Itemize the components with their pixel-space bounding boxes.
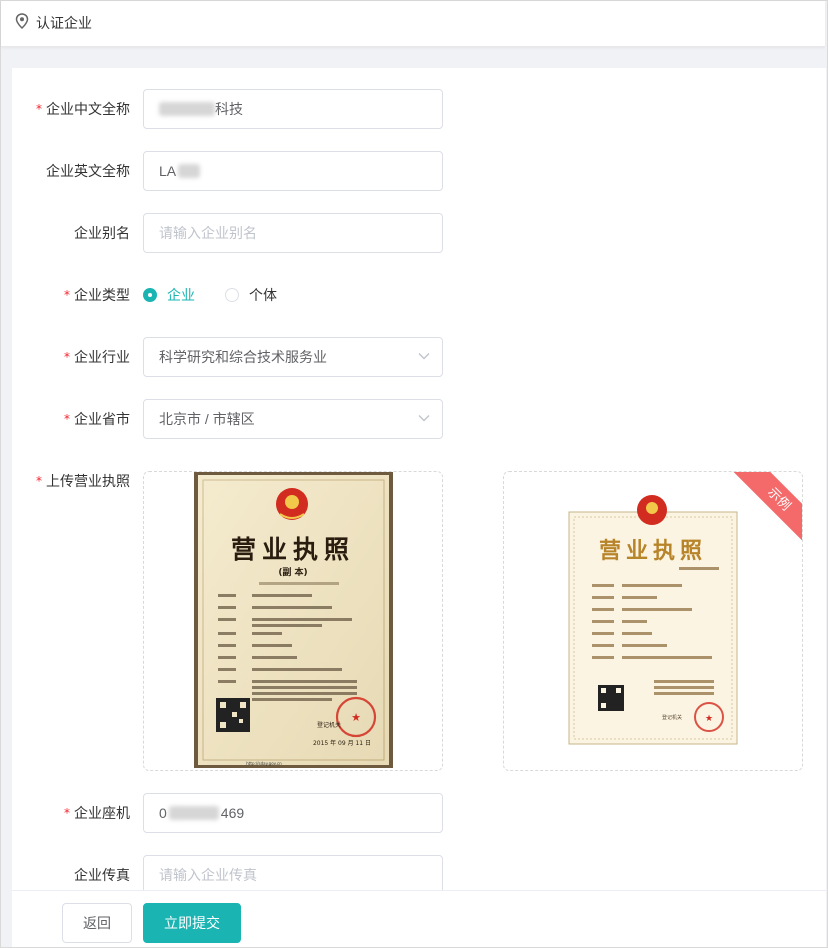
license-label: * 上传营业执照 <box>36 473 130 489</box>
page-header: 认证企业 <box>1 1 825 47</box>
redacted-text <box>159 102 215 116</box>
submit-button[interactable]: 立即提交 <box>143 903 241 943</box>
location-pin-icon <box>15 13 29 29</box>
seal-star-icon: ★ <box>351 711 361 724</box>
back-button[interactable]: 返回 <box>62 903 132 943</box>
seal-star-icon: ★ <box>705 714 713 724</box>
cn-name-input[interactable]: 科技 <box>143 89 443 129</box>
alias-input[interactable]: 请输入企业别名 <box>143 213 443 253</box>
en-name-input[interactable]: LA <box>143 151 443 191</box>
form-row-phone: * 企业座机 0 469 <box>12 793 826 833</box>
form-card: * 企业中文全称 科技 企业英文全称 LA 企业别名 请输入企业别名 * 企业类型 … <box>12 68 826 890</box>
cn-name-label: * 企业中文全称 <box>36 101 130 117</box>
svg-text:2015 年 09 月 11 日: 2015 年 09 月 11 日 <box>313 739 371 747</box>
form-row-type: * 企业类型 企业 个体 <box>12 275 826 315</box>
fax-label: 企业传真 <box>74 867 130 883</box>
license-title-text: 营业执照 <box>231 535 355 564</box>
license-subtitle-text: (副 本) <box>278 566 307 578</box>
svg-text:登记机关: 登记机关 <box>662 714 682 721</box>
fax-input[interactable]: 请输入企业传真 <box>143 855 443 890</box>
form-row-province: * 企业省市 北京市 / 市辖区 <box>12 399 826 439</box>
chevron-down-icon <box>418 353 430 360</box>
form-row-industry: * 企业行业 科学研究和综合技术服务业 <box>12 337 826 377</box>
redacted-text <box>178 164 201 178</box>
form-row-fax: 企业传真 请输入企业传真 <box>12 855 826 890</box>
radio-unchecked-icon <box>225 288 239 302</box>
svg-text:登记机关: 登记机关 <box>317 721 341 729</box>
form-footer: 返回 立即提交 <box>12 890 826 947</box>
page-title: 认证企业 <box>36 15 92 31</box>
form-row-alias: 企业别名 请输入企业别名 <box>12 213 826 253</box>
alias-label: 企业别名 <box>74 225 130 241</box>
radio-checked-icon <box>143 288 157 302</box>
type-label: * 企业类型 <box>64 287 130 303</box>
industry-select[interactable]: 科学研究和综合技术服务业 <box>143 337 443 377</box>
chevron-down-icon <box>418 415 430 422</box>
industry-label: * 企业行业 <box>64 349 130 365</box>
form-row-license: * 上传营业执照 营业执照 (副 本) ★ 登记机关 2015 年 09 月 1… <box>12 471 826 771</box>
phone-label: * 企业座机 <box>64 805 130 821</box>
license-upload-box[interactable]: 营业执照 (副 本) ★ 登记机关 2015 年 09 月 11 日 http:… <box>143 471 443 771</box>
province-select[interactable]: 北京市 / 市辖区 <box>143 399 443 439</box>
uploaded-license-image: 营业执照 (副 本) ★ 登记机关 2015 年 09 月 11 日 http:… <box>194 472 393 768</box>
redacted-text <box>168 806 219 820</box>
license-example-box: 营业执照 ★ 登记机关 示例 <box>503 471 803 771</box>
en-name-label: 企业英文全称 <box>46 163 130 179</box>
example-license-image: 营业执照 ★ 登记机关 <box>568 495 738 745</box>
phone-input[interactable]: 0 469 <box>143 793 443 833</box>
form-row-en-name: 企业英文全称 LA <box>12 151 826 191</box>
example-title-text: 营业执照 <box>599 538 707 564</box>
form-row-cn-name: * 企业中文全称 科技 <box>12 89 826 129</box>
province-label: * 企业省市 <box>64 411 130 427</box>
svg-text:http://sday.gov.cn: http://sday.gov.cn <box>246 761 282 766</box>
